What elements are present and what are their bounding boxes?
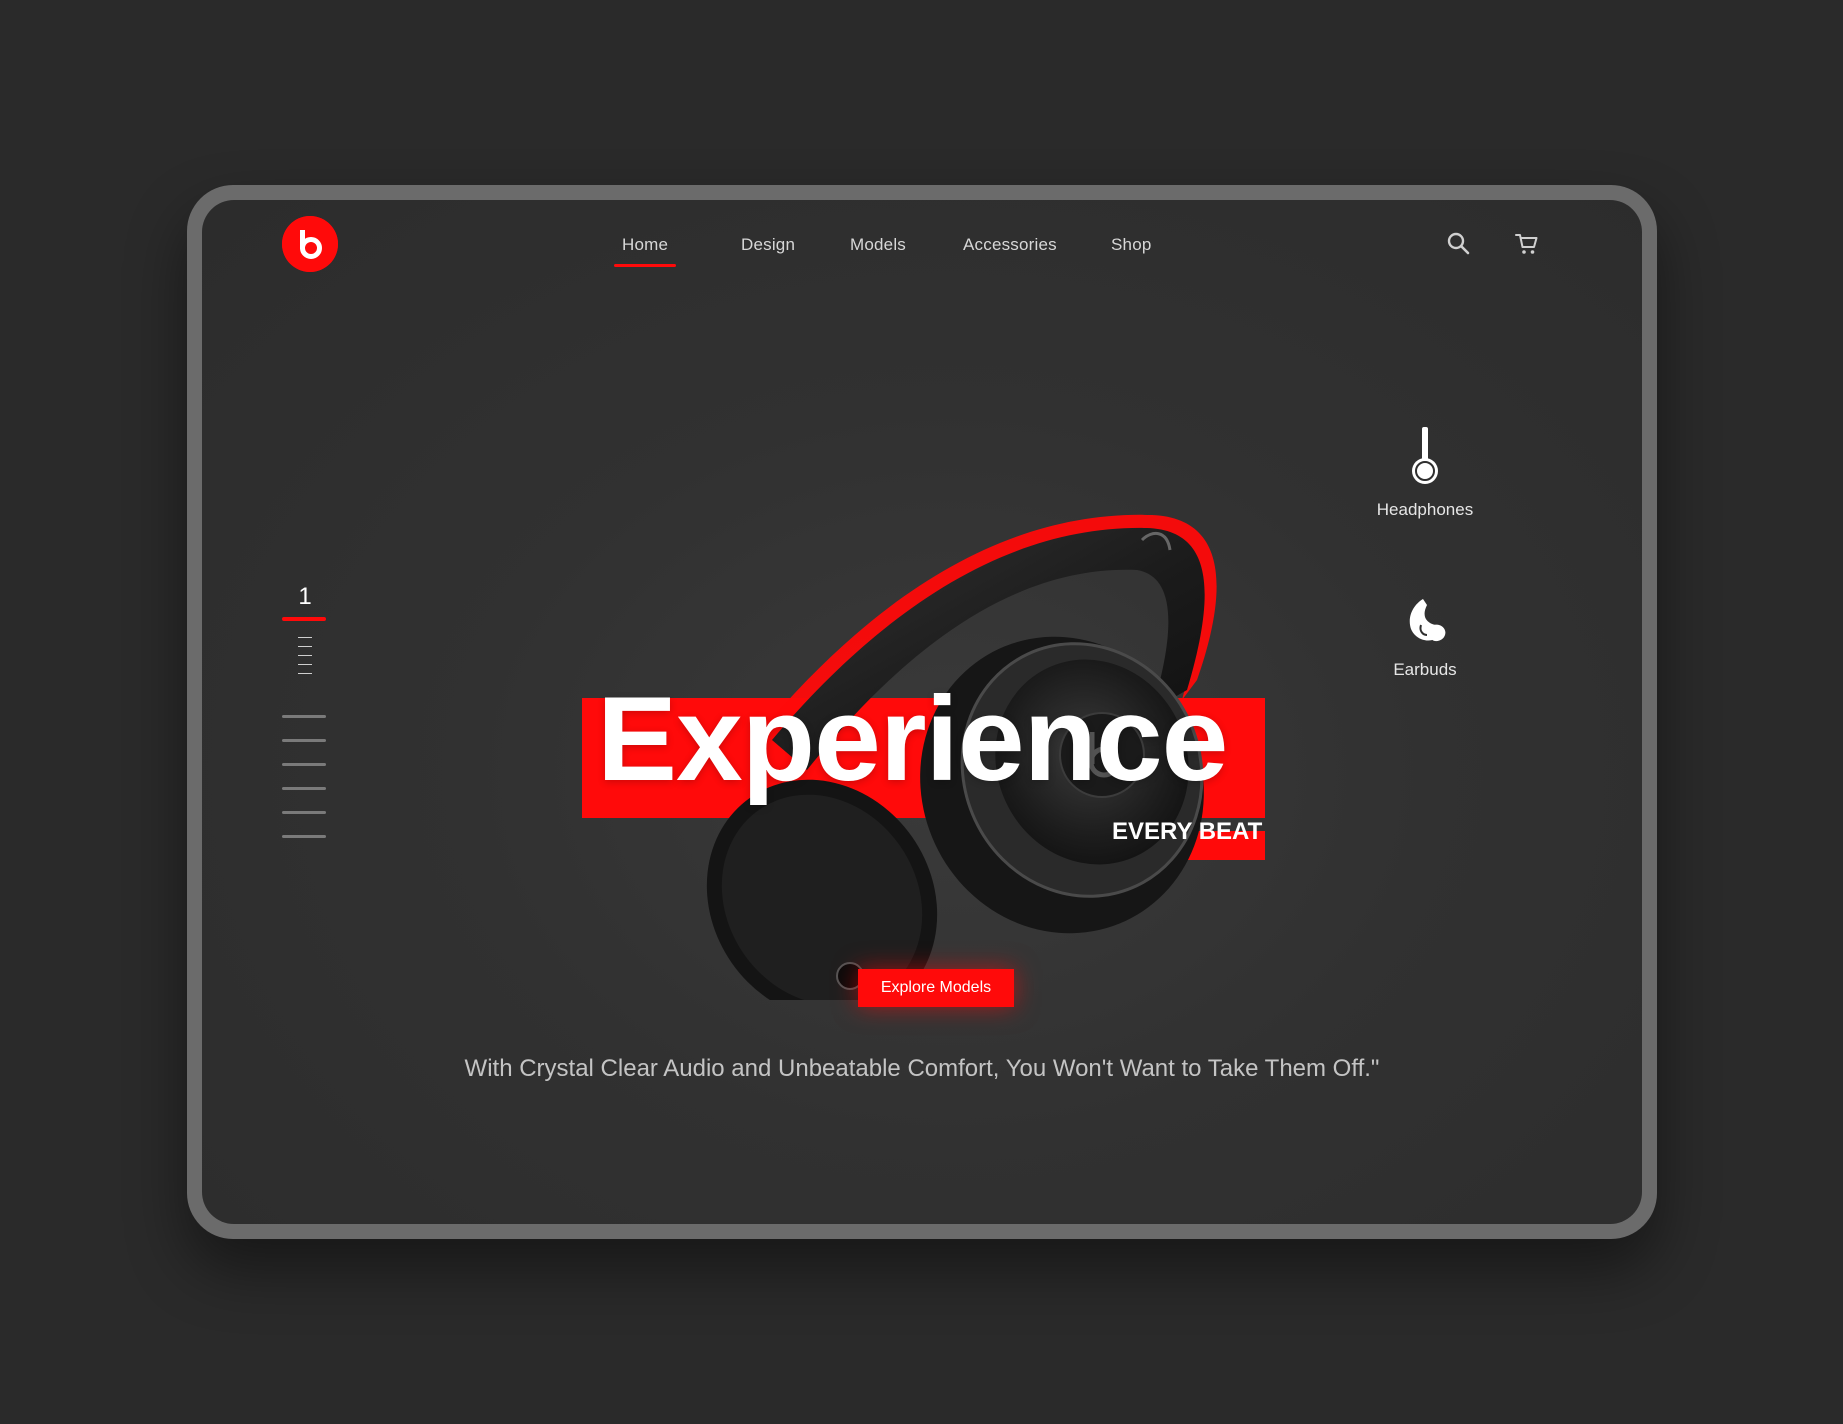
category-headphones[interactable]: Headphones (1365, 425, 1485, 520)
nav-accessories[interactable]: Accessories (963, 235, 1057, 255)
page-dot[interactable] (282, 787, 326, 790)
explore-models-button[interactable]: Explore Models (858, 969, 1014, 1007)
category-label: Headphones (1376, 500, 1474, 519)
page-indicator-lines (282, 715, 326, 859)
page-indicator-underline (282, 617, 326, 621)
device-frame: Home Design Models Accessories Shop 1 Ex… (187, 185, 1657, 1239)
page-indicator-number: 1 (298, 583, 312, 610)
hero-title: Experience (597, 672, 1228, 806)
page-dot[interactable] (282, 811, 326, 814)
earbuds-icon (1409, 599, 1446, 642)
search-icon[interactable] (1445, 230, 1473, 258)
hero-tagline: With Crystal Clear Audio and Unbeatable … (464, 1055, 1380, 1082)
page-dot[interactable] (282, 715, 326, 718)
nav-models[interactable]: Models (850, 235, 906, 255)
cart-icon[interactable] (1513, 230, 1541, 258)
page-dot[interactable] (282, 763, 326, 766)
logo-glyph (282, 216, 338, 272)
page-dot[interactable] (282, 739, 326, 742)
screen: Home Design Models Accessories Shop 1 Ex… (202, 200, 1642, 1224)
page-dot[interactable] (282, 835, 326, 838)
hero-subtitle: EVERY BEAT (1112, 818, 1263, 845)
beats-logo[interactable] (282, 216, 338, 272)
category-label: Earbuds (1393, 660, 1457, 679)
nav-design[interactable]: Design (741, 235, 795, 255)
category-earbuds[interactable]: Earbuds (1365, 595, 1485, 680)
nav-home[interactable]: Home (613, 235, 677, 267)
nav-shop[interactable]: Shop (1111, 235, 1152, 255)
headphones-icon (1412, 427, 1438, 484)
page-indicator-ticks (298, 637, 312, 682)
